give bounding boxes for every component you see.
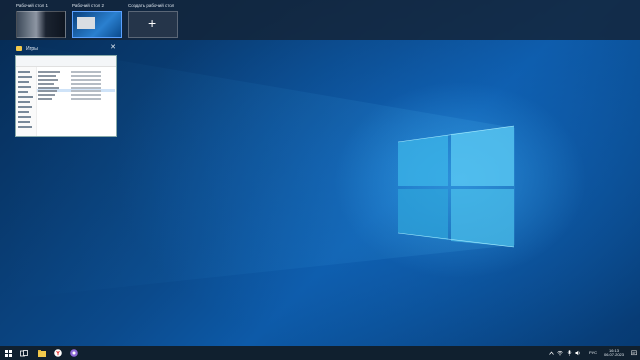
tray-volume[interactable]	[575, 348, 581, 358]
window-preview-igry[interactable]: Игры ✕	[14, 44, 118, 138]
tray-clock[interactable]: 16:13 06.07.2023	[600, 348, 628, 358]
taskbar-yandex-browser[interactable]	[53, 348, 62, 358]
explorer-thumbnail	[15, 55, 117, 137]
chevron-up-icon	[548, 351, 554, 355]
folder-icon	[37, 349, 46, 357]
virtual-desktop-1-thumbnail[interactable]	[16, 11, 66, 38]
task-view-icon	[20, 349, 28, 356]
clock-date: 06.07.2023	[603, 352, 625, 357]
new-desktop-tile[interactable]: +	[128, 11, 178, 38]
taskbar-file-explorer[interactable]	[37, 348, 46, 358]
window-preview-title: Игры	[26, 46, 38, 52]
tray-network[interactable]	[557, 348, 563, 358]
tray-chevron-up[interactable]	[548, 348, 554, 358]
notification-center-button[interactable]	[630, 348, 638, 358]
wifi-icon	[557, 350, 563, 356]
start-button[interactable]	[4, 348, 12, 358]
notification-icon	[631, 350, 637, 356]
new-desktop-label: Создать рабочий стол	[128, 3, 175, 8]
explorer-nav-pane	[16, 67, 37, 136]
task-view-strip: Рабочий стол 1 Рабочий стол 2 Создать ра…	[0, 0, 640, 40]
task-view-button[interactable]	[20, 348, 28, 358]
plus-icon: +	[148, 15, 157, 31]
taskbar: РУС 16:13 06.07.2023	[0, 346, 640, 360]
folder-icon	[16, 46, 22, 51]
yandex-browser-icon	[53, 349, 62, 357]
tray-mic[interactable]	[566, 348, 572, 358]
messenger-app-icon	[69, 349, 78, 357]
mini-window-preview	[77, 17, 95, 29]
close-icon[interactable]: ✕	[110, 43, 116, 51]
taskbar-app-purple[interactable]	[69, 348, 78, 358]
virtual-desktop-2-thumbnail[interactable]	[72, 11, 122, 38]
language-indicator[interactable]: РУС	[586, 350, 600, 356]
explorer-ribbon	[16, 56, 116, 67]
speaker-icon	[575, 350, 580, 356]
windows-start-icon	[4, 349, 12, 357]
microphone-icon	[567, 350, 571, 356]
virtual-desktop-1-label: Рабочий стол 1	[16, 3, 49, 8]
virtual-desktop-2-label: Рабочий стол 2	[72, 3, 105, 8]
